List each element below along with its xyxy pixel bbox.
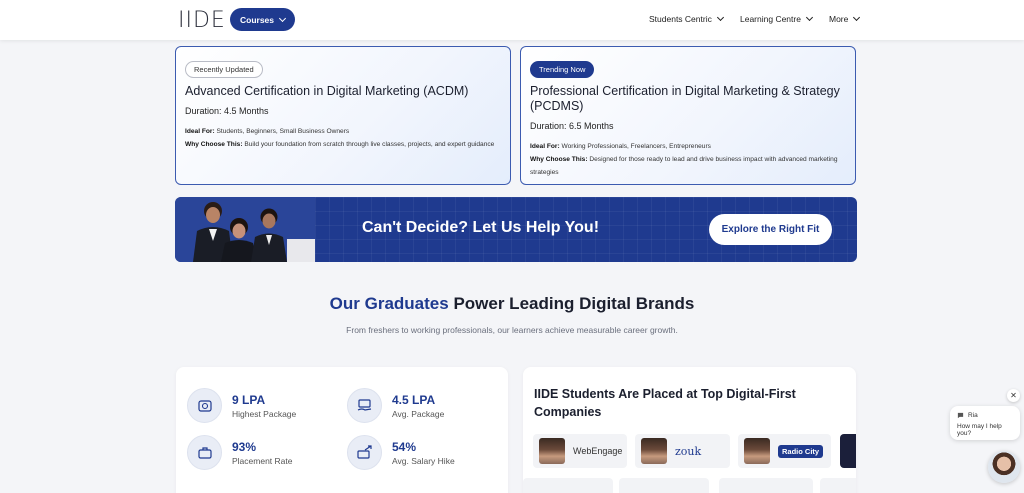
stat-label: Highest Package xyxy=(232,408,297,419)
salary-growth-icon xyxy=(347,435,382,470)
cash-hand-icon xyxy=(347,388,382,423)
company-logo-webengage: WebEngage xyxy=(573,446,623,456)
iide-logo[interactable]: IIDE xyxy=(178,7,226,33)
chat-close-button[interactable]: ✕ xyxy=(1007,389,1020,402)
nav-learning-centre[interactable]: Learning Centre xyxy=(740,13,814,24)
company-tile-webengage: WebEngage xyxy=(533,434,627,468)
cant-decide-banner: Can't Decide? Let Us Help You! Explore t… xyxy=(175,197,857,262)
company-tile-row2-2 xyxy=(619,478,709,493)
chevron-down-icon xyxy=(853,13,861,22)
company-tile-row2-4 xyxy=(820,478,856,493)
ideal-for-label: Ideal For: xyxy=(530,143,560,150)
ideal-for-label: Ideal For: xyxy=(185,128,215,135)
chat-agent: Ria xyxy=(957,412,1013,419)
why-choose-label: Why Choose This: xyxy=(185,141,243,148)
stat-salary-hike: 54% Avg. Salary Hike xyxy=(347,435,455,470)
nav-label: Students Centric xyxy=(649,14,712,24)
course-duration: Duration: 4.5 Months xyxy=(185,106,269,116)
course-title: Advanced Certification in Digital Market… xyxy=(185,84,469,98)
stat-value: 54% xyxy=(392,439,417,454)
course-meta: Ideal For: Students, Beginners, Small Bu… xyxy=(185,125,501,151)
nav-label: More xyxy=(829,14,849,24)
company-tile-row2-1 xyxy=(523,478,613,493)
money-bag-icon xyxy=(187,388,222,423)
courses-label: Courses xyxy=(240,14,275,25)
stat-label: Avg. Package xyxy=(392,408,445,419)
banner-title: Can't Decide? Let Us Help You! xyxy=(362,219,600,236)
chat-icon xyxy=(957,412,964,419)
trending-now-badge: Trending Now xyxy=(530,61,595,78)
logo-text: IIDE xyxy=(178,7,226,33)
nav-label: Learning Centre xyxy=(740,14,801,24)
student-photo xyxy=(744,438,770,464)
chat-bubble[interactable]: Ria How may I help you? xyxy=(950,406,1020,440)
course-title: Professional Certification in Digital Ma… xyxy=(530,84,840,113)
stat-value: 93% xyxy=(232,439,257,454)
courses-dropdown-button[interactable]: Courses xyxy=(230,8,296,31)
course-card-acdm[interactable]: Recently Updated Advanced Certification … xyxy=(175,46,511,185)
chevron-down-icon xyxy=(716,13,724,22)
stat-label: Placement Rate xyxy=(232,455,293,466)
chat-avatar[interactable] xyxy=(988,451,1020,483)
explore-right-fit-button[interactable]: Explore the Right Fit xyxy=(709,214,832,245)
nav-more[interactable]: More xyxy=(829,13,861,24)
chat-message: How may I help you? xyxy=(957,423,1002,437)
course-card-pcdms[interactable]: Trending Now Professional Certification … xyxy=(520,46,856,185)
chevron-down-icon xyxy=(805,13,814,22)
student-photo xyxy=(539,438,565,464)
student-photo xyxy=(641,438,667,464)
site-header: IIDE Courses Students Centric Learning C… xyxy=(0,0,1024,40)
heading-highlight: Our Graduates xyxy=(329,294,449,313)
chevron-down-icon xyxy=(278,14,287,22)
stat-label: Avg. Salary Hike xyxy=(392,455,455,466)
company-tile-partial xyxy=(840,434,856,468)
company-tile-row2-3 xyxy=(719,478,813,493)
graduates-subtitle: From freshers to working professionals, … xyxy=(346,325,678,335)
ideal-for-value: Students, Beginners, Small Business Owne… xyxy=(216,128,350,135)
why-choose-value: Build your foundation from scratch throu… xyxy=(244,141,495,148)
stat-value: 4.5 LPA xyxy=(392,392,436,407)
company-logo-radio-city: Radio City xyxy=(778,444,824,458)
why-choose-label: Why Choose This: xyxy=(530,156,588,163)
graduates-heading: Our Graduates Power Leading Digital Bran… xyxy=(0,294,1024,314)
stats-card: 9 LPA Highest Package 4.5 LPA Avg. Packa… xyxy=(176,367,508,493)
company-tile-zouk: zouk xyxy=(635,434,730,468)
briefcase-icon xyxy=(187,435,222,470)
stat-avg-package: 4.5 LPA Avg. Package xyxy=(347,388,444,423)
course-meta: Ideal For: Working Professionals, Freela… xyxy=(530,140,846,179)
placements-title: IIDE Students Are Placed at Top Digital-… xyxy=(534,387,796,419)
stat-value: 9 LPA xyxy=(232,392,266,407)
students-photo xyxy=(175,197,315,262)
recently-updated-badge: Recently Updated xyxy=(185,61,263,78)
company-logo-zouk: zouk xyxy=(675,444,702,458)
placements-card: IIDE Students Are Placed at Top Digital-… xyxy=(523,367,856,493)
nav-students-centric[interactable]: Students Centric xyxy=(649,13,724,24)
company-tile-radio-city: Radio City xyxy=(738,434,831,468)
chat-agent-name: Ria xyxy=(968,412,978,419)
ideal-for-value: Working Professionals, Freelancers, Entr… xyxy=(561,143,711,150)
heading-rest: Power Leading Digital Brands xyxy=(448,294,695,313)
course-duration: Duration: 6.5 Months xyxy=(530,121,614,131)
stat-placement-rate: 93% Placement Rate xyxy=(187,435,292,470)
stat-highest-package: 9 LPA Highest Package xyxy=(187,388,296,423)
